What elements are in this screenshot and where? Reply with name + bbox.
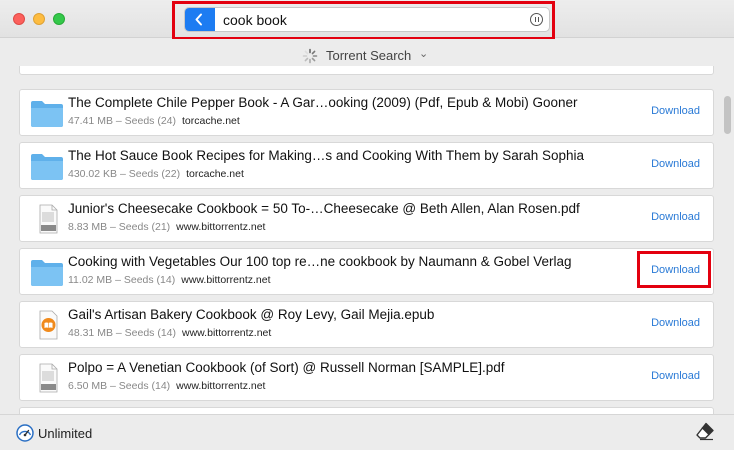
download-highlight-box: [637, 251, 711, 288]
result-meta: 430.02 KB – Seeds (22) torcache.net: [68, 168, 244, 180]
search-highlight-box: [172, 1, 555, 40]
speed-limit-label[interactable]: Unlimited: [38, 426, 92, 441]
list-item[interactable]: The Complete Chile Pepper Book - A Gar…o…: [19, 89, 714, 136]
result-seeds: Seeds (14): [123, 274, 176, 286]
result-source: www.bittorrentz.net: [176, 221, 266, 233]
result-title: The Complete Chile Pepper Book - A Gar…o…: [68, 95, 578, 110]
result-size: 47.41 MB: [68, 115, 113, 127]
result-source: torcache.net: [182, 115, 240, 127]
result-source: torcache.net: [186, 168, 244, 180]
list-item[interactable]: Junior's Cheesecake Cookbook = 50 To-…Ch…: [19, 195, 714, 242]
results-list: The Complete Chile Pepper Book - A Gar…o…: [0, 66, 734, 414]
result-size: 430.02 KB: [68, 168, 118, 180]
list-item[interactable]: [19, 407, 714, 414]
result-meta: 6.50 MB – Seeds (14) www.bittorrentz.net: [68, 380, 266, 392]
result-size: 8.83 MB: [68, 221, 108, 233]
zoom-window-button[interactable]: [53, 13, 65, 25]
result-seeds: Seeds (24): [124, 115, 177, 127]
result-meta: 8.83 MB – Seeds (21) www.bittorrentz.net: [68, 221, 266, 233]
list-item[interactable]: The Hot Sauce Book Recipes for Making…s …: [19, 142, 714, 189]
minimize-window-button[interactable]: [33, 13, 45, 25]
result-title: Junior's Cheesecake Cookbook = 50 To-…Ch…: [68, 201, 580, 216]
loading-spinner-icon: [302, 48, 318, 64]
result-title: Polpo = A Venetian Cookbook (of Sort) @ …: [68, 360, 505, 375]
result-title: Gail's Artisan Bakery Cookbook @ Roy Lev…: [68, 307, 435, 322]
result-title: The Hot Sauce Book Recipes for Making…s …: [68, 148, 585, 163]
list-item[interactable]: Polpo = A Venetian Cookbook (of Sort) @ …: [19, 354, 714, 401]
folder-icon: [31, 101, 63, 127]
speedometer-icon[interactable]: [16, 424, 34, 442]
download-button[interactable]: Download: [651, 105, 700, 117]
result-size: 11.02 MB: [68, 274, 113, 286]
chevron-down-icon[interactable]: ⌄: [419, 47, 428, 60]
folder-icon: [31, 154, 63, 180]
result-meta: 11.02 MB – Seeds (14) www.bittorrentz.net: [68, 274, 271, 286]
ibooks-file-icon: [39, 310, 58, 340]
result-source: www.bittorrentz.net: [181, 274, 271, 286]
result-source: www.bittorrentz.net: [176, 380, 266, 392]
result-meta: 47.41 MB – Seeds (24) torcache.net: [68, 115, 240, 127]
footer-bar: [0, 414, 734, 450]
list-item[interactable]: Gail's Artisan Bakery Cookbook @ Roy Lev…: [19, 301, 714, 348]
eraser-icon[interactable]: [695, 421, 715, 441]
result-seeds: Seeds (14): [118, 380, 171, 392]
result-meta: 48.31 MB – Seeds (14) www.bittorrentz.net: [68, 327, 272, 339]
pdf-file-icon: [39, 363, 58, 393]
list-item[interactable]: [19, 66, 714, 75]
list-item[interactable]: Cooking with Vegetables Our 100 top re…n…: [19, 248, 714, 295]
source-selector[interactable]: Torrent Search: [326, 48, 411, 63]
result-size: 6.50 MB: [68, 380, 108, 392]
pdf-file-icon: [39, 204, 58, 234]
result-title: Cooking with Vegetables Our 100 top re…n…: [68, 254, 572, 269]
result-source: www.bittorrentz.net: [182, 327, 272, 339]
close-window-button[interactable]: [13, 13, 25, 25]
result-seeds: Seeds (22): [128, 168, 181, 180]
download-button[interactable]: Download: [651, 211, 700, 223]
result-size: 48.31 MB: [68, 327, 113, 339]
result-seeds: Seeds (14): [124, 327, 177, 339]
scrollbar-thumb[interactable]: [724, 96, 731, 134]
folder-icon: [31, 260, 63, 286]
download-button[interactable]: Download: [651, 317, 700, 329]
result-seeds: Seeds (21): [118, 221, 171, 233]
download-button[interactable]: Download: [651, 158, 700, 170]
download-button[interactable]: Download: [651, 370, 700, 382]
